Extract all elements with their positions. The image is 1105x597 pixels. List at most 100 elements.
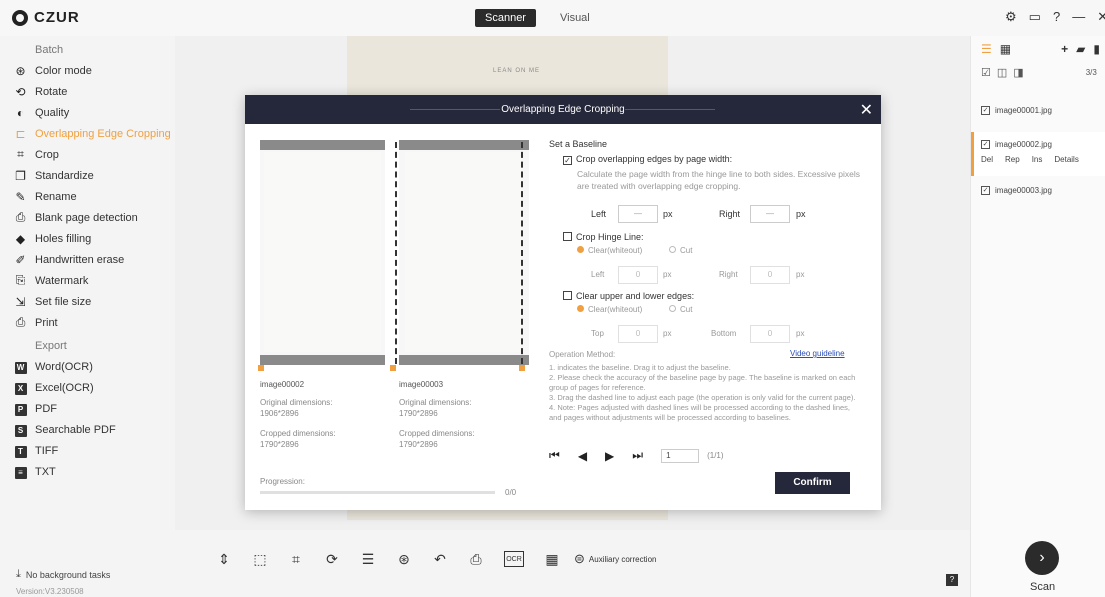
hinge-radio-cut[interactable]: Cut bbox=[669, 246, 692, 255]
bottom-px-input[interactable]: 0 bbox=[750, 325, 790, 343]
left-px-input[interactable]: — bbox=[618, 205, 658, 223]
hinge-right-input[interactable]: 0 bbox=[750, 266, 790, 284]
undo-icon[interactable]: ↶ bbox=[432, 551, 448, 567]
hinge-left-input[interactable]: 0 bbox=[618, 266, 658, 284]
file-name: image00003.jpg bbox=[995, 186, 1052, 195]
prev-page-icon[interactable]: ◀ bbox=[578, 449, 587, 463]
auxiliary-correction-button[interactable]: ⊜ Auxiliary correction bbox=[574, 551, 656, 567]
sidebar-item-word[interactable]: W Word(OCR) bbox=[0, 356, 175, 377]
grid-view-icon[interactable]: ▦ bbox=[1000, 42, 1011, 56]
sidebar-item-rotate[interactable]: ⟲ Rotate bbox=[0, 81, 175, 102]
sidebar-item-excel[interactable]: X Excel(OCR) bbox=[0, 377, 175, 398]
px-unit: px bbox=[663, 270, 672, 279]
thumb-border-bottom bbox=[399, 355, 529, 365]
left-page-thumbnail[interactable] bbox=[260, 140, 385, 365]
crop-by-width-checkbox-icon[interactable]: ✓ bbox=[563, 156, 572, 165]
fit-icon[interactable]: ⇕ bbox=[216, 551, 232, 567]
baseline-marker-icon[interactable] bbox=[390, 365, 396, 371]
sidebar-item-tiff[interactable]: T TIFF bbox=[0, 440, 175, 461]
hinge-radio-clear[interactable]: Clear(whiteout) bbox=[577, 246, 642, 255]
qr-icon[interactable]: ▦ bbox=[544, 551, 560, 567]
file-item[interactable]: ✓ image00001.jpg bbox=[971, 106, 1105, 115]
edges-radio-clear[interactable]: Clear(whiteout) bbox=[577, 305, 642, 314]
crop-hinge-checkbox-icon[interactable] bbox=[563, 232, 572, 241]
sidebar-item-standardize[interactable]: ❐ Standardize bbox=[0, 165, 175, 186]
folder-icon[interactable]: ▰ bbox=[1076, 42, 1085, 56]
file-panel-toolbar: ☰ ▦ + ▰ ▮ bbox=[981, 42, 1105, 56]
right-px-input[interactable]: — bbox=[750, 205, 790, 223]
file-checkbox-icon[interactable]: ✓ bbox=[981, 140, 990, 149]
sidebar-item-watermark[interactable]: ⎘ Watermark bbox=[0, 270, 175, 291]
mode-tabs: Scanner Visual bbox=[475, 9, 600, 27]
delete-icon[interactable]: ▮ bbox=[1093, 42, 1100, 56]
sidebar-item-color-mode[interactable]: ⊛ Color mode bbox=[0, 60, 175, 81]
file-details-button[interactable]: Details bbox=[1054, 155, 1078, 164]
ocr-icon[interactable]: OCR bbox=[504, 551, 524, 567]
video-guideline-link[interactable]: Video guideline bbox=[790, 349, 845, 358]
edges-radio-cut[interactable]: Cut bbox=[669, 305, 692, 314]
sidebar-item-pdf[interactable]: P PDF bbox=[0, 398, 175, 419]
crop-icon: ⌗ bbox=[17, 147, 24, 161]
crop-hinge-option[interactable]: Crop Hinge Line: bbox=[563, 232, 644, 242]
select-icon[interactable]: ⬚ bbox=[252, 551, 268, 567]
left-dashed-line[interactable] bbox=[395, 142, 397, 364]
sidebar-item-crop[interactable]: ⌗ Crop bbox=[0, 144, 175, 165]
feedback-icon[interactable]: ? bbox=[946, 574, 958, 586]
sidebar-item-label: Word(OCR) bbox=[35, 360, 93, 373]
tab-visual[interactable]: Visual bbox=[550, 9, 600, 27]
adjust-icon[interactable]: ☰ bbox=[360, 551, 376, 567]
first-page-icon[interactable]: ⏮ bbox=[549, 448, 560, 463]
settings-gear-icon[interactable]: ⚙ bbox=[1005, 9, 1017, 25]
tab-scanner[interactable]: Scanner bbox=[475, 9, 536, 27]
file-checkbox-icon[interactable]: ✓ bbox=[981, 106, 990, 115]
sidebar-item-overlap-crop[interactable]: ⊏ Overlapping Edge Cropping bbox=[0, 123, 175, 144]
sidebar-item-quality[interactable]: ◐ Quality bbox=[0, 102, 175, 123]
sidebar-item-handwritten-erase[interactable]: ✐ Handwritten erase bbox=[0, 249, 175, 270]
auxiliary-correction-label: Auxiliary correction bbox=[588, 554, 657, 564]
file-insert-button[interactable]: Ins bbox=[1032, 155, 1043, 164]
scan-button[interactable]: › bbox=[1025, 541, 1059, 575]
confirm-button[interactable]: Confirm bbox=[775, 472, 850, 494]
color-tool-icon[interactable]: ⊛ bbox=[396, 551, 412, 567]
help-icon[interactable]: ? bbox=[1053, 9, 1060, 25]
sidebar-item-txt[interactable]: ≡ TXT bbox=[0, 461, 175, 482]
clear-edges-checkbox-icon[interactable] bbox=[563, 291, 572, 300]
file-checkbox-icon[interactable]: ✓ bbox=[981, 186, 990, 195]
close-icon[interactable]: ✕ bbox=[1097, 9, 1105, 25]
baseline-marker-icon[interactable] bbox=[519, 365, 525, 371]
last-page-icon[interactable]: ⏭ bbox=[632, 448, 643, 463]
baseline-marker-icon[interactable] bbox=[258, 365, 264, 371]
radio-selected-icon bbox=[577, 305, 584, 312]
sidebar-item-label: Rotate bbox=[35, 85, 68, 98]
top-px-input[interactable]: 0 bbox=[618, 325, 658, 343]
sidebar-item-rename[interactable]: ✎ Rename bbox=[0, 186, 175, 207]
list-view-icon[interactable]: ☰ bbox=[981, 42, 992, 56]
left-crop-value: 1790*2896 bbox=[260, 440, 299, 449]
add-icon[interactable]: + bbox=[1061, 42, 1068, 56]
file-delete-button[interactable]: Del bbox=[981, 155, 993, 164]
message-icon[interactable]: ▭ bbox=[1029, 9, 1041, 25]
rotate-tool-icon[interactable]: ⟳ bbox=[324, 551, 340, 567]
split-icon[interactable]: ◨ bbox=[1013, 66, 1023, 79]
right-dashed-line[interactable] bbox=[521, 142, 523, 364]
file-replace-button[interactable]: Rep bbox=[1005, 155, 1020, 164]
sidebar-item-file-size[interactable]: ⇲ Set file size bbox=[0, 291, 175, 312]
clear-edges-option[interactable]: Clear upper and lower edges: bbox=[563, 291, 694, 301]
page-number-input[interactable]: 1 bbox=[661, 448, 700, 463]
file-item-selected[interactable]: ✓ image00002.jpg Del Rep Ins Details bbox=[971, 132, 1105, 176]
file-item[interactable]: ✓ image00003.jpg bbox=[971, 186, 1105, 195]
print-tool-icon[interactable]: ⎙ bbox=[468, 551, 484, 567]
next-page-icon[interactable]: ▶ bbox=[605, 449, 614, 463]
select-all-icon[interactable]: ☑ bbox=[981, 66, 991, 79]
sidebar-item-print[interactable]: ⎙ Print bbox=[0, 312, 175, 333]
sidebar-item-searchable-pdf[interactable]: S Searchable PDF bbox=[0, 419, 175, 440]
dialog-close-icon[interactable]: ✕ bbox=[860, 100, 873, 120]
crop-tool-icon[interactable]: ⌗ bbox=[288, 551, 304, 567]
compare-icon[interactable]: ◫ bbox=[997, 66, 1007, 79]
sidebar-item-blank-page[interactable]: ⎙ Blank page detection bbox=[0, 207, 175, 228]
minimize-icon[interactable]: — bbox=[1072, 9, 1085, 25]
sidebar-item-holes-filling[interactable]: ◆ Holes filling bbox=[0, 228, 175, 249]
crop-by-width-option[interactable]: ✓ Crop overlapping edges by page width: bbox=[563, 154, 732, 165]
right-page-thumbnail[interactable] bbox=[399, 140, 529, 365]
sidebar-item-label: Overlapping Edge Cropping bbox=[35, 127, 171, 140]
